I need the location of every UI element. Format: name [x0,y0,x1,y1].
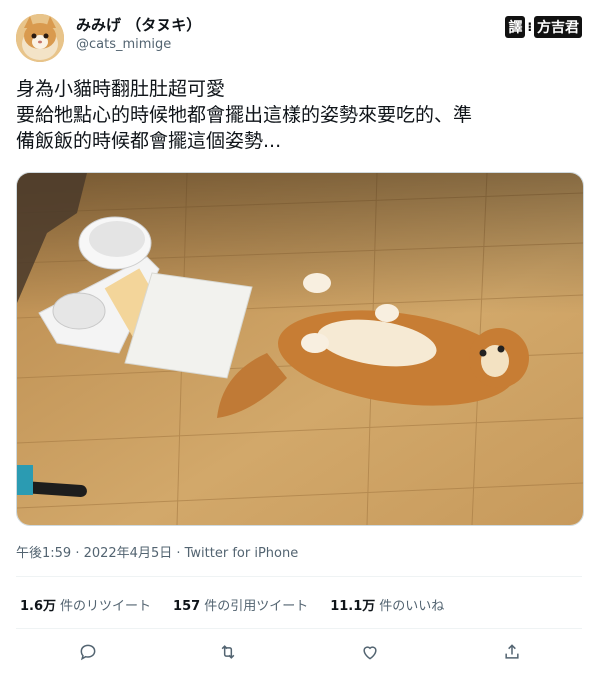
share-icon [505,644,519,659]
tweet-text: 身為小貓時翻肚肚超可愛 要給牠點心的時候牠都會擺出這樣的姿勢來要吃的、準 備飯飯… [16,76,582,154]
tweet-line: 要給牠點心的時候牠都會擺出這樣的姿勢來要吃的、準 [16,104,473,126]
tweet-source[interactable]: Twitter for iPhone [185,546,299,561]
like-label: 件のいいね [379,599,445,614]
share-button[interactable] [500,640,524,664]
like-icon [363,646,377,660]
tweet-timestamp[interactable]: 午後1:59 · 2022年4月5日 [16,546,172,561]
reply-icon [80,644,96,661]
like-button[interactable] [358,640,382,664]
tweet-meta: 午後1:59 · 2022年4月5日 · Twitter for iPhone [16,542,298,561]
tweet-line: 備飯飯的時候都會擺這個姿勢... [16,130,282,152]
quote-stat[interactable]: 157 件の引用ツイート [173,595,308,614]
reply-button[interactable] [76,640,100,664]
translator-watermark: 譯 ⁝ 方吉君 [505,16,582,38]
tweet-line: 身為小貓時翻肚肚超可愛 [16,78,226,100]
divider [16,628,582,629]
avatar[interactable] [16,14,64,62]
meta-separator: · [172,546,185,561]
divider [16,576,582,577]
author-display-name[interactable]: みみげ （タヌキ） [76,14,201,35]
tweet-stats: 1.6万 件のリツイート 157 件の引用ツイート 11.1万 件のいいね [20,595,444,614]
quote-label: 件の引用ツイート [204,599,309,614]
retweet-label: 件のリツイート [60,599,152,614]
author-handle[interactable]: @cats_mimige [76,37,171,52]
retweet-icon [221,645,235,659]
tweet-photo[interactable] [16,172,584,526]
retweet-count: 1.6万 [20,599,57,614]
retweet-button[interactable] [216,640,240,664]
cat-on-floor-photo [17,173,583,525]
cat-avatar-icon [16,14,64,62]
retweet-stat[interactable]: 1.6万 件のリツイート [20,595,151,614]
like-stat[interactable]: 11.1万 件のいいね [330,595,444,614]
like-count: 11.1万 [330,599,376,614]
watermark-separator: ⁝ [527,20,532,34]
tweet-actions [16,640,582,666]
watermark-prefix: 譯 [505,16,526,38]
watermark-name: 方吉君 [534,16,582,38]
quote-count: 157 [173,599,201,614]
